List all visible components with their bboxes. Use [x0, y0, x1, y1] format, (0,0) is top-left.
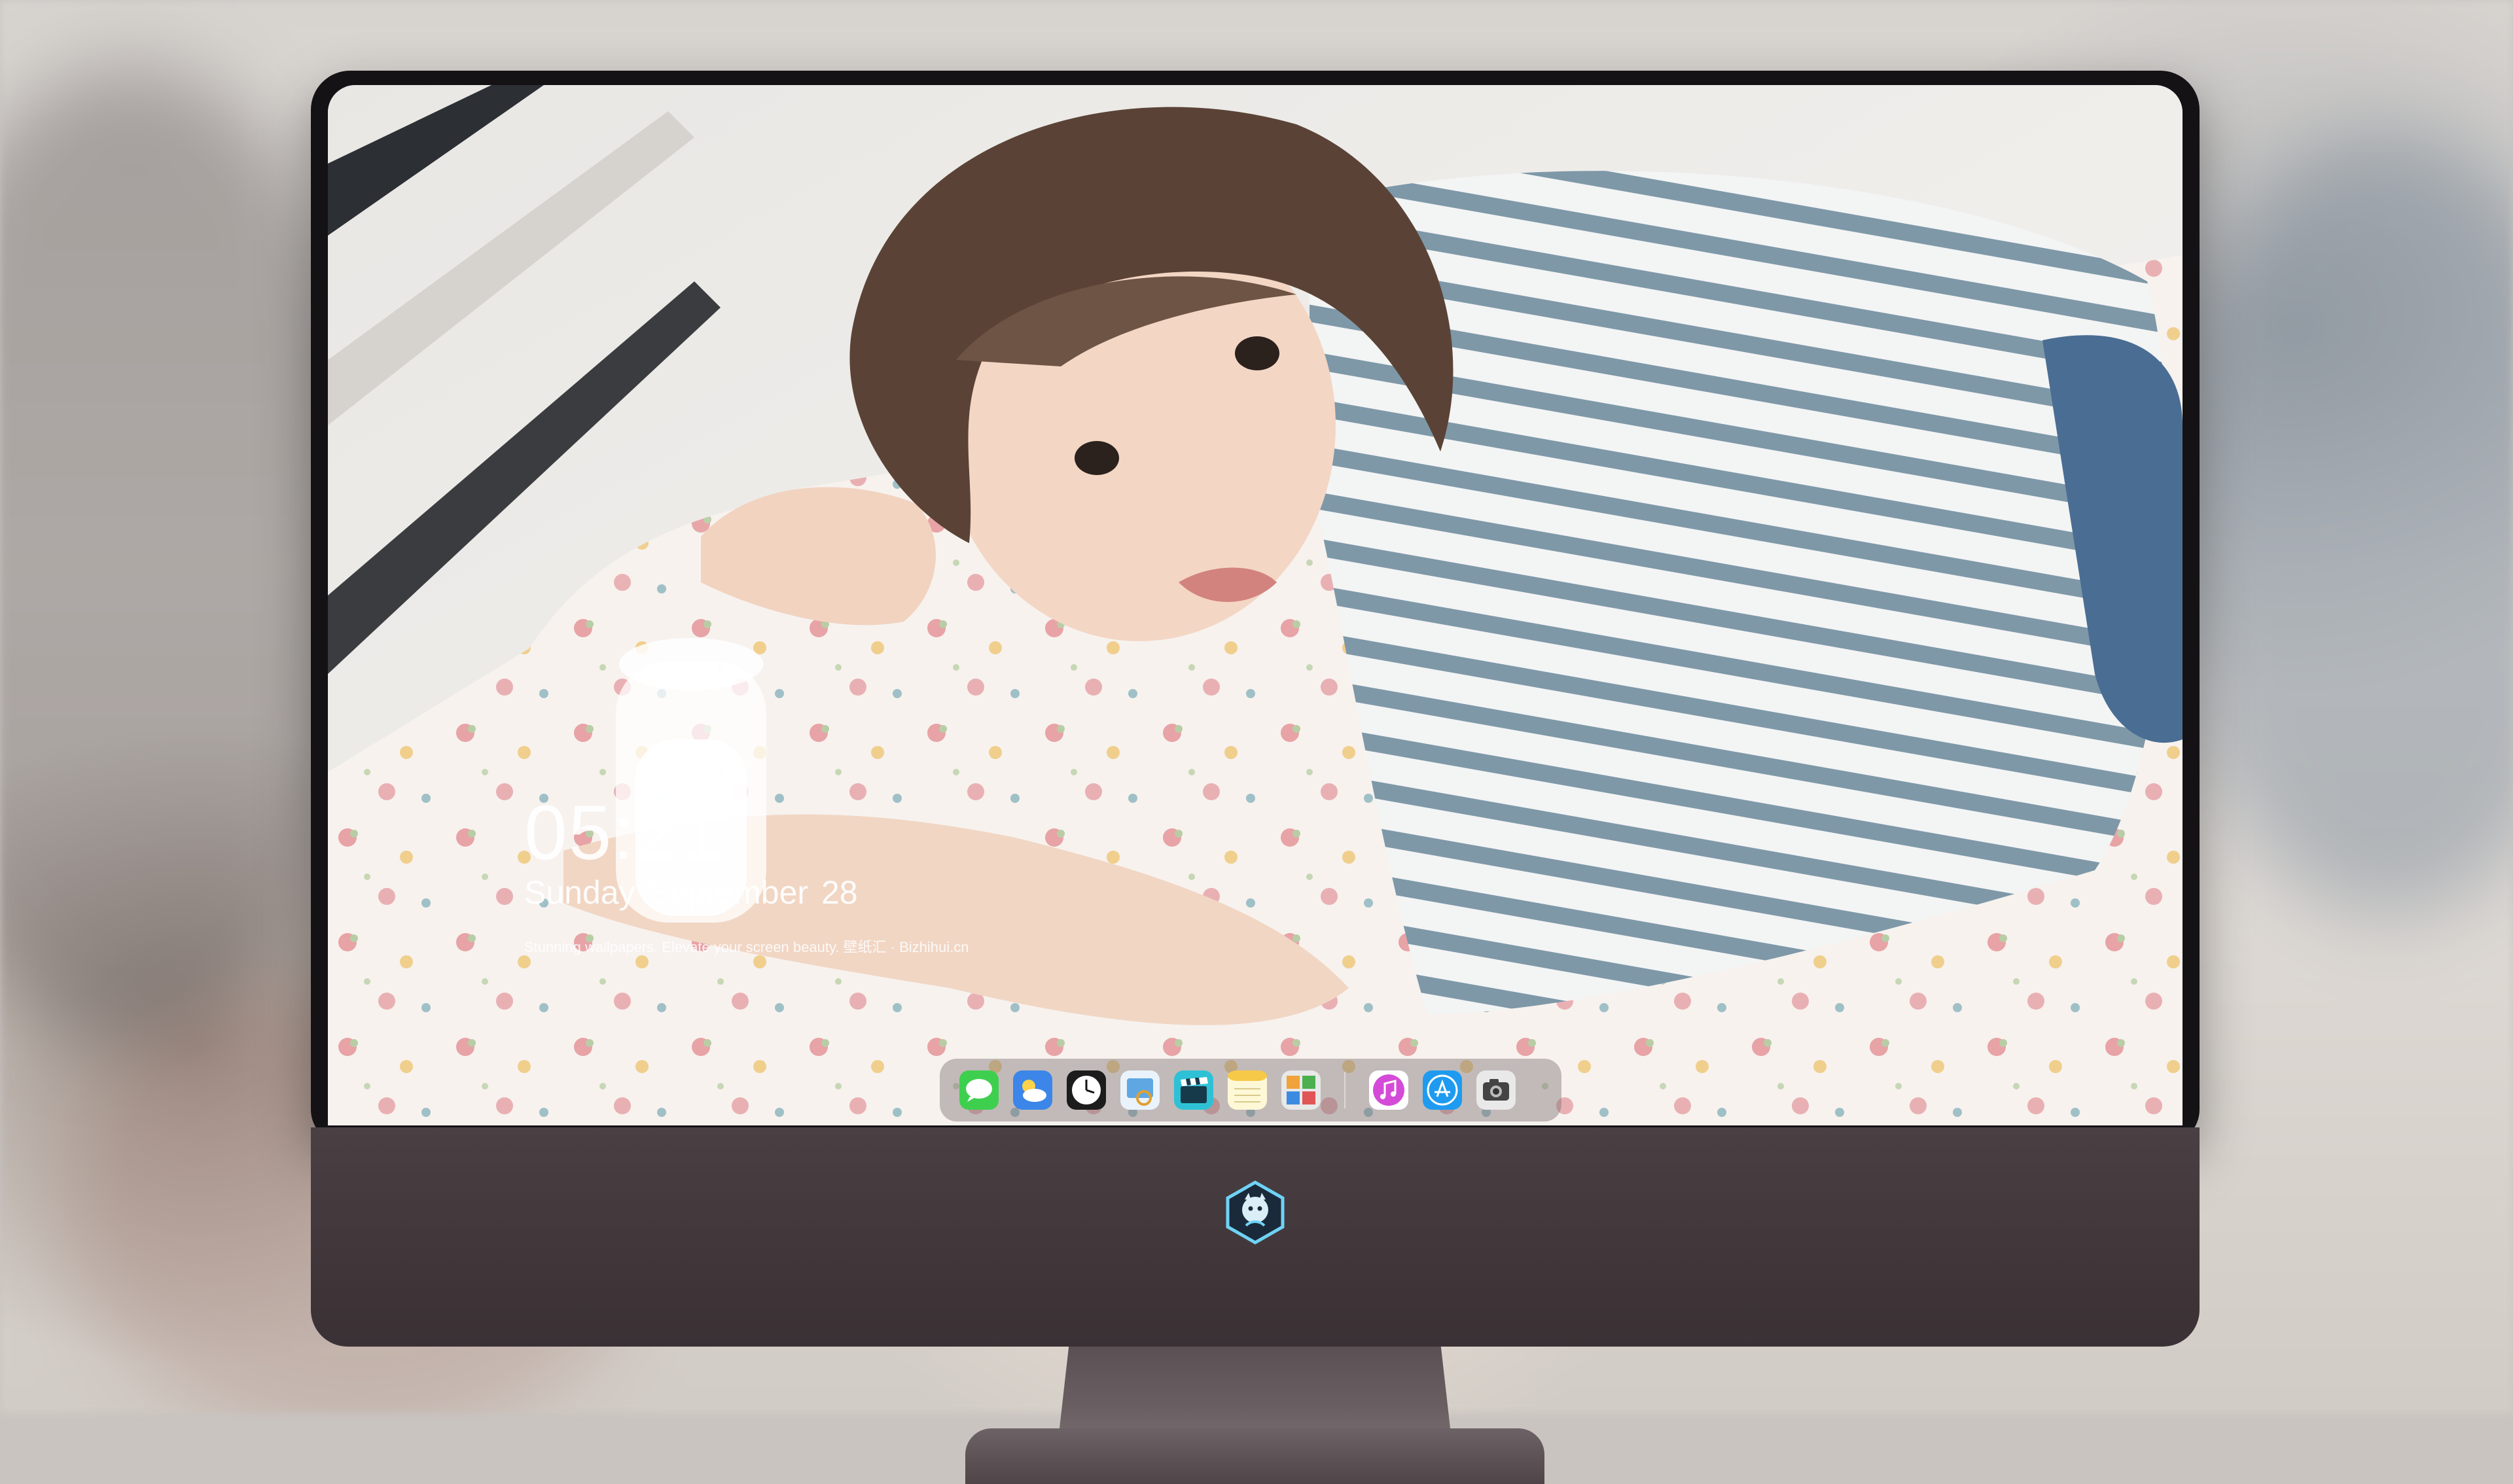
camera-icon[interactable]	[1476, 1070, 1516, 1110]
clapper-icon[interactable]	[1174, 1070, 1213, 1110]
dock	[940, 1059, 1561, 1122]
photo-booth-icon[interactable]	[1281, 1070, 1321, 1110]
monitor: 05:21 Sunday September 28 Stunning wallp…	[311, 71, 2200, 1484]
messages-icon[interactable]	[959, 1070, 999, 1110]
monitor-stand-base	[965, 1428, 1544, 1484]
dock-divider	[1344, 1072, 1346, 1108]
notes-icon[interactable]	[1228, 1070, 1267, 1110]
lockscreen-date: Sunday September 28	[524, 874, 858, 911]
clock-icon[interactable]	[1067, 1070, 1106, 1110]
weather-icon[interactable]	[1013, 1070, 1052, 1110]
music-icon[interactable]	[1369, 1070, 1408, 1110]
lockscreen-time: 05:21	[524, 790, 724, 876]
screen[interactable]: 05:21 Sunday September 28 Stunning wallp…	[328, 85, 2183, 1125]
brand-logo-icon	[1222, 1180, 1288, 1245]
lockscreen-tagline: Stunning wallpapers. Elevate your screen…	[524, 939, 969, 955]
app-store-icon[interactable]	[1423, 1070, 1462, 1110]
preview-icon[interactable]	[1120, 1070, 1160, 1110]
wallpaper-photo	[328, 85, 2183, 1125]
